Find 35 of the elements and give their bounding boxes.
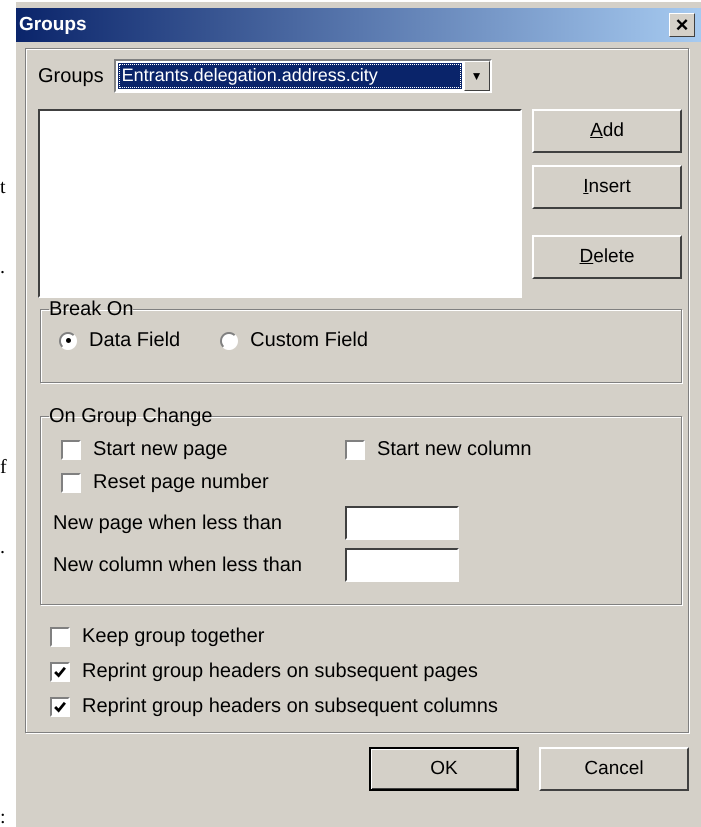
dropdown-button[interactable]: ▼ — [464, 61, 490, 91]
window-title: Groups — [19, 14, 87, 36]
radio-label: Custom Field — [250, 329, 368, 352]
checkbox-label: Reprint group headers on subsequent pages — [82, 660, 478, 683]
field-label: New column when less than — [53, 554, 304, 576]
groups-dropdown[interactable]: Entrants.delegation.address.city ▼ — [114, 59, 492, 93]
checkbox-option[interactable]: Keep group together — [50, 625, 682, 648]
delete-button[interactable]: Delete — [532, 235, 682, 279]
document-text: t — [0, 176, 6, 199]
field-label: New page when less than — [53, 512, 284, 534]
document-text: : — [0, 806, 6, 827]
checkbox-option[interactable]: Reset page number — [61, 471, 345, 494]
insert-button[interactable]: Insert — [532, 165, 682, 209]
cancel-button[interactable]: Cancel — [539, 747, 689, 791]
radio-option[interactable]: Data Field — [59, 329, 180, 352]
radio-option[interactable]: Custom Field — [220, 329, 368, 352]
group-title: Break On — [49, 298, 134, 321]
checkbox-label: Start new page — [93, 438, 228, 461]
document-text: . — [0, 256, 5, 279]
radio-label: Data Field — [89, 329, 180, 352]
checkbox-label: Start new column — [377, 438, 532, 461]
checkbox-label: Reset page number — [93, 471, 269, 494]
document-text: . — [0, 536, 5, 559]
add-button[interactable]: Add — [532, 109, 682, 153]
groups-label: Groups — [38, 64, 104, 88]
group-title: On Group Change — [49, 405, 212, 428]
document-text: f — [0, 456, 7, 479]
ok-button[interactable]: OK — [369, 747, 519, 791]
checkbox-label: Reprint group headers on subsequent columns — [82, 695, 498, 718]
checkbox-option[interactable]: Reprint group headers on subsequent columns — [50, 695, 682, 718]
checkbox-option[interactable]: Reprint group headers on subsequent pages — [50, 660, 682, 683]
checkbox-option[interactable]: Start new column — [345, 438, 669, 461]
checkbox-option[interactable]: Start new page — [61, 438, 345, 461]
close-button[interactable]: × — [669, 13, 695, 37]
checkbox-label: Keep group together — [82, 625, 264, 648]
